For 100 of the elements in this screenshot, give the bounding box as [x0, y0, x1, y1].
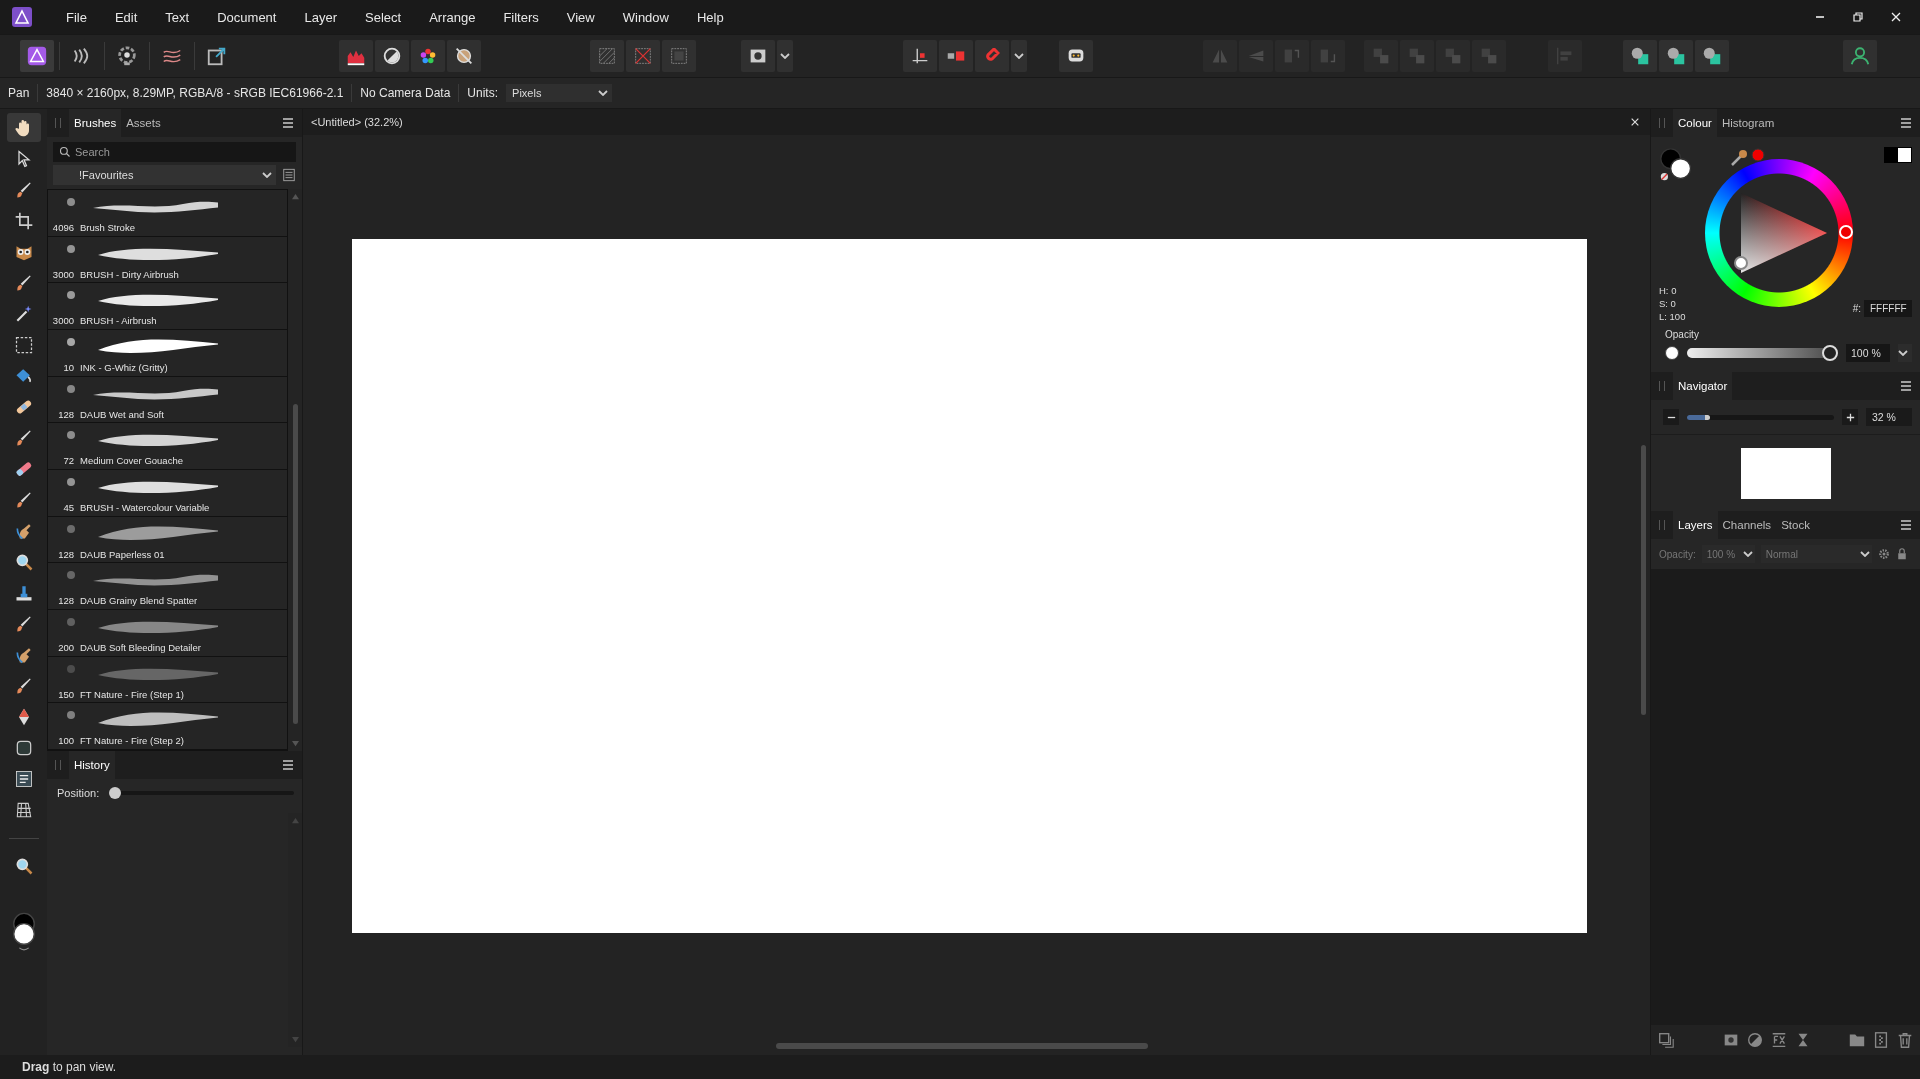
brush-size: 128 [57, 595, 74, 607]
dashed-square-icon [13, 334, 34, 355]
toolbar-button[interactable] [1059, 40, 1093, 72]
menu-item[interactable]: Select [365, 5, 402, 29]
opacity-slider[interactable] [1687, 345, 1838, 361]
panel-grip[interactable] [1659, 118, 1665, 128]
menu-icon[interactable] [1900, 380, 1912, 392]
caret-icon [1859, 551, 1870, 557]
tool-button[interactable] [6, 113, 41, 142]
category-dropdown[interactable]: !Favourites [53, 165, 276, 185]
layers-icon[interactable] [1657, 1031, 1675, 1049]
app-logo-icon[interactable] [10, 5, 34, 29]
panel-tab[interactable]: History [69, 751, 115, 779]
caret-icon [1742, 551, 1753, 557]
toolbar-button[interactable] [1659, 40, 1693, 72]
document-tab[interactable]: <Untitled> (32.2%) [311, 116, 403, 128]
colour-handle[interactable] [1733, 256, 1748, 270]
menu-item[interactable]: Edit [114, 5, 138, 29]
brush-name: Brush Stroke [80, 222, 135, 233]
text-frame-icon [13, 768, 34, 789]
brush-size: 100 [57, 735, 74, 747]
zoom-field[interactable]: 32 % [1866, 408, 1912, 426]
brush-name: FT Nature - Fire (Step 2) [80, 735, 184, 747]
position-slider[interactable] [109, 787, 294, 799]
toolbar-button[interactable] [903, 40, 937, 72]
effects-icon[interactable] [1770, 1031, 1788, 1049]
menu-item[interactable]: Arrange [429, 5, 476, 29]
menu-icon[interactable] [1900, 519, 1912, 531]
toolbar-button[interactable] [375, 40, 409, 72]
tool-name: Pan [0, 84, 39, 102]
brush-size: 3000 [51, 268, 74, 280]
position-label: Position: [57, 787, 100, 799]
brush-name: BRUSH - Watercolour Variable [80, 502, 210, 514]
hue-value: H: 0 [1659, 284, 1678, 297]
menu-item[interactable]: File [66, 5, 87, 29]
document-info: 3840 × 2160px, 8.29MP, RGBA/8 - sRGB IEC61966-2.1 [38, 84, 353, 102]
checker-icon[interactable] [1872, 1031, 1890, 1049]
menu-icon[interactable] [282, 759, 294, 771]
slider-thumb[interactable] [1822, 345, 1838, 361]
toolbar-button[interactable] [939, 40, 973, 72]
menu-item[interactable]: Document [217, 5, 277, 29]
menu-icon[interactable] [282, 117, 294, 129]
gear-icon[interactable] [1877, 548, 1890, 560]
menu-item[interactable]: Layer [304, 5, 337, 29]
close-icon[interactable] [1630, 117, 1640, 127]
toolbar-button[interactable] [339, 40, 373, 72]
menu-item[interactable]: Filters [503, 5, 539, 29]
half-circle-icon [381, 45, 403, 67]
swatch-icon[interactable] [1884, 147, 1912, 163]
opacity-field[interactable]: 100 % [1846, 344, 1890, 362]
brush-size: 10 [62, 362, 74, 373]
toolbar-button[interactable] [1623, 40, 1657, 72]
dropdown-button[interactable] [1898, 344, 1912, 362]
dashed-square-icon [668, 45, 690, 67]
toolbar-button[interactable] [741, 40, 775, 72]
circle-square-icon [1665, 45, 1687, 67]
search-field[interactable]: Search [53, 142, 296, 162]
panel-tab[interactable]: Colour [1673, 109, 1717, 137]
toolbar-button[interactable] [447, 40, 481, 72]
brush-name: FT Nature - Fire (Step 1) [80, 688, 184, 700]
hex-field[interactable]: FFFFFF [1864, 300, 1912, 317]
zoom-slider[interactable] [1687, 414, 1834, 420]
menu-icon[interactable] [1900, 117, 1912, 129]
list-view-icon[interactable] [282, 168, 296, 182]
half-circle-icon[interactable] [1746, 1031, 1764, 1049]
panel-tab[interactable]: Assets [121, 109, 166, 137]
brush-name: INK - G-Whiz (Gritty) [80, 362, 168, 373]
panel-tab[interactable]: Navigator [1673, 372, 1733, 400]
panel-grip[interactable] [55, 118, 61, 128]
status-hint: Drag to pan view. [22, 1060, 117, 1074]
trash-icon[interactable] [1896, 1031, 1914, 1049]
menu-item[interactable]: View [566, 5, 595, 29]
panel-grip[interactable] [1659, 381, 1665, 391]
brush-size: 150 [57, 688, 74, 700]
dropdown-button[interactable] [1011, 40, 1027, 72]
panel-grip[interactable] [55, 760, 61, 770]
slider-thumb[interactable] [109, 787, 122, 799]
menu-item[interactable]: Help [696, 5, 724, 29]
toolbar-button[interactable] [411, 40, 445, 72]
panel-tab[interactable]: Histogram [1716, 109, 1780, 137]
persona-button[interactable] [20, 40, 54, 72]
panel-tab[interactable]: Brushes [69, 109, 122, 137]
menu-item[interactable]: Text [165, 5, 190, 29]
zoom-out-button[interactable] [1663, 409, 1679, 425]
brush-size: 200 [57, 642, 74, 654]
brush-size: 128 [57, 408, 74, 420]
navigator-preview[interactable] [1740, 447, 1831, 499]
toolbar-button[interactable] [1695, 40, 1729, 72]
units-dropdown[interactable]: Pixels [506, 84, 613, 102]
circle-square-icon [1629, 45, 1651, 67]
hue-handle[interactable] [1838, 225, 1853, 239]
menu-item[interactable]: Window [622, 5, 669, 29]
hex-label: #: [1852, 303, 1861, 314]
hatched-square-icon [596, 45, 618, 67]
panel-grip[interactable] [1659, 520, 1665, 530]
plus-icon [1844, 411, 1856, 423]
lock-icon[interactable] [1895, 548, 1908, 560]
toolbar-button[interactable] [1843, 40, 1877, 72]
dropdown-button[interactable] [777, 40, 793, 72]
zoom-in-button[interactable] [1842, 409, 1858, 425]
